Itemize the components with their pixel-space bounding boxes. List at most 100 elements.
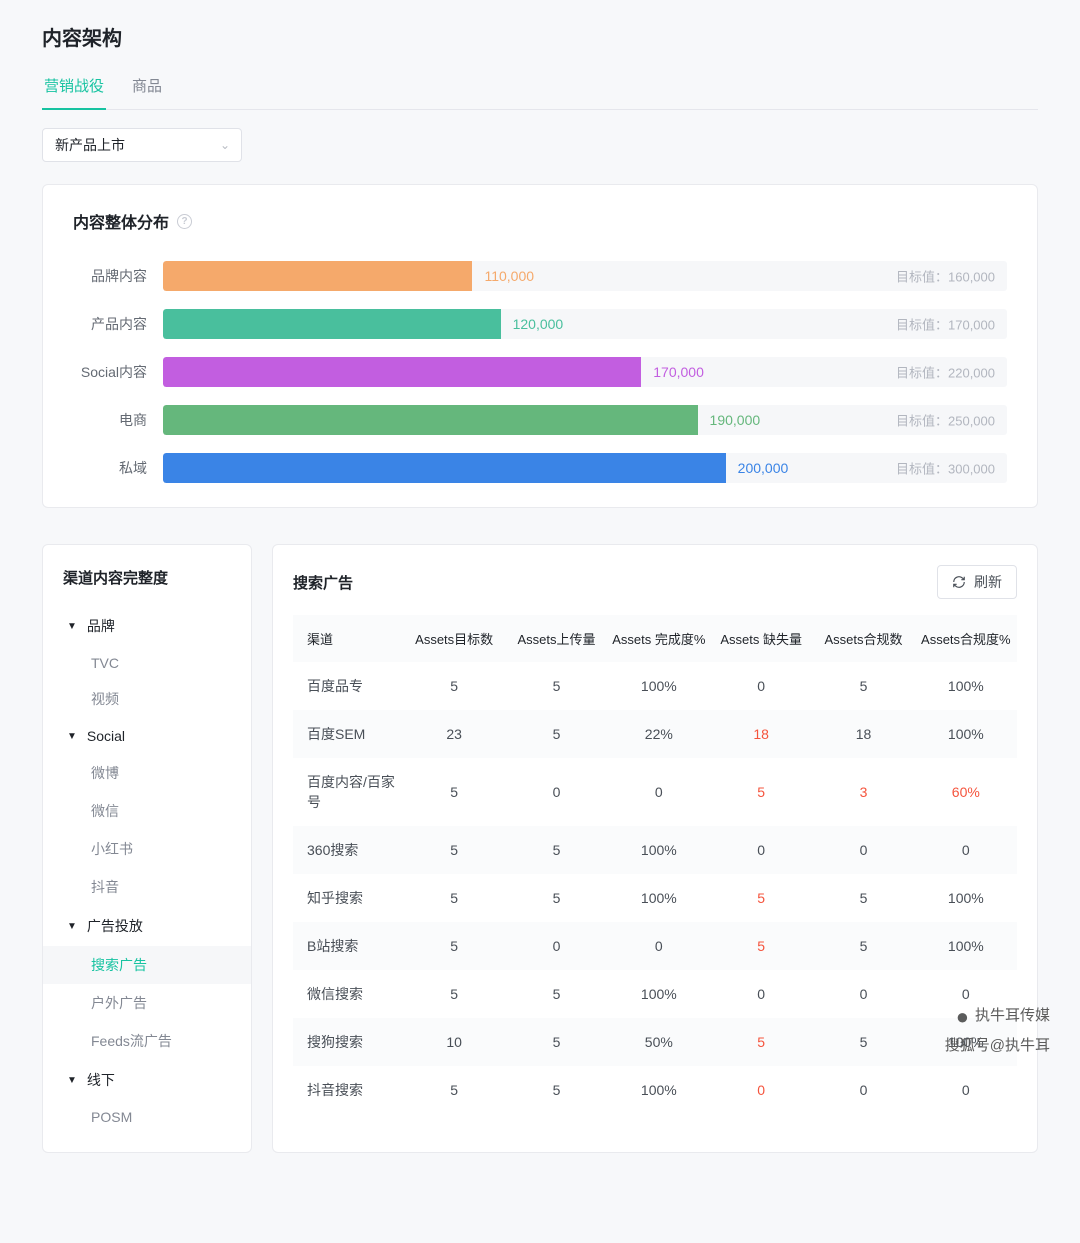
- bar-target: 目标值：160,000: [896, 267, 995, 286]
- table-cell: 100%: [915, 922, 1017, 970]
- bar-label: 私域: [73, 458, 163, 478]
- tree-item-Feeds流广告[interactable]: Feeds流广告: [43, 1022, 251, 1060]
- table-row: 微信搜索55100%000: [293, 970, 1017, 1018]
- tree-group-Social[interactable]: ▼ Social: [43, 718, 251, 754]
- bar-track: 170,000 目标值：220,000: [163, 357, 1007, 387]
- table-row: 百度内容/百家号5005360%: [293, 758, 1017, 826]
- table-row: 百度品专55100%05100%: [293, 662, 1017, 710]
- table-cell: B站搜索: [293, 922, 403, 970]
- table-cell: 微信搜索: [293, 970, 403, 1018]
- table-cell: 23: [403, 710, 505, 758]
- bar-target: 目标值：170,000: [896, 315, 995, 334]
- table-header: Assets目标数: [403, 615, 505, 662]
- table-cell: 0: [505, 922, 607, 970]
- table-cell: 5: [812, 922, 914, 970]
- table-cell: 5: [710, 1018, 812, 1066]
- table-header: Assets 完成度%: [608, 615, 710, 662]
- table-cell: 百度内容/百家号: [293, 758, 403, 826]
- tree-item-户外广告[interactable]: 户外广告: [43, 984, 251, 1022]
- table-cell: 50%: [608, 1018, 710, 1066]
- table-cell: 0: [608, 922, 710, 970]
- refresh-button[interactable]: 刷新: [937, 565, 1017, 599]
- tree-item-抖音[interactable]: 抖音: [43, 868, 251, 906]
- table-cell: 100%: [608, 874, 710, 922]
- bar-value: 200,000: [738, 460, 789, 476]
- table-cell: 5: [505, 970, 607, 1018]
- caret-down-icon: ▼: [67, 1075, 77, 1086]
- table-cell: 5: [812, 874, 914, 922]
- table-cell: 5: [403, 662, 505, 710]
- channel-table-panel: 搜索广告 刷新 渠道Assets目标数Assets上传量Assets 完成度%A…: [272, 544, 1038, 1153]
- campaign-select[interactable]: 新产品上市: [42, 128, 242, 162]
- page-title: 内容架构: [42, 22, 1038, 51]
- channel-tree-title: 渠道内容完整度: [43, 567, 251, 588]
- bar-target: 目标值：220,000: [896, 363, 995, 382]
- bar-value: 190,000: [710, 412, 761, 428]
- table-cell: 5: [403, 970, 505, 1018]
- tree-item-视频[interactable]: 视频: [43, 680, 251, 718]
- caret-down-icon: ▼: [67, 731, 77, 742]
- table-cell: 0: [710, 1066, 812, 1114]
- table-cell: 100%: [915, 710, 1017, 758]
- channel-tree-panel: 渠道内容完整度 ▼品牌TVC视频 ▼ Social 微博微信小红书抖音 ▼ 广告投放搜索广…: [42, 544, 252, 1153]
- table-cell: 18: [812, 710, 914, 758]
- table-cell: 知乎搜索: [293, 874, 403, 922]
- bar-value: 110,000: [484, 268, 534, 284]
- table-cell: 100%: [915, 1018, 1017, 1066]
- tree-item-微博[interactable]: 微博: [43, 754, 251, 792]
- table-cell: 抖音搜索: [293, 1066, 403, 1114]
- table-header: Assets上传量: [505, 615, 607, 662]
- tree-group-label: 广告投放: [87, 916, 143, 936]
- tab-营销战役[interactable]: 营销战役: [42, 67, 106, 110]
- bar-track: 120,000目标值：170,000: [163, 309, 1007, 339]
- caret-down-icon: ▼: [67, 921, 77, 932]
- table-cell: 100%: [915, 874, 1017, 922]
- table-cell: 5: [403, 1066, 505, 1114]
- info-icon[interactable]: ?: [177, 214, 192, 229]
- table-cell: 5: [710, 922, 812, 970]
- bar-row: Social内容170,000目标值：220,000: [73, 357, 1007, 387]
- table-cell: 百度SEM: [293, 710, 403, 758]
- assets-table: 渠道Assets目标数Assets上传量Assets 完成度%Assets 缺失…: [293, 615, 1017, 1114]
- table-title: 搜索广告: [293, 572, 353, 593]
- tree-item-POSM[interactable]: POSM: [43, 1100, 251, 1134]
- table-row: B站搜索50055100%: [293, 922, 1017, 970]
- table-cell: 0: [812, 826, 914, 874]
- table-cell: 5: [505, 874, 607, 922]
- tree-item-搜索广告[interactable]: 搜索广告: [43, 946, 251, 984]
- table-cell: 100%: [608, 970, 710, 1018]
- bar-row: 产品内容120,000目标值：170,000: [73, 309, 1007, 339]
- tree-group-线下[interactable]: ▼ 线下: [43, 1060, 251, 1100]
- table-row: 知乎搜索55100%55100%: [293, 874, 1017, 922]
- table-cell: 5: [812, 1018, 914, 1066]
- tree-item-小红书[interactable]: 小红书: [43, 830, 251, 868]
- table-cell: 3: [812, 758, 914, 826]
- bar-fill: [163, 453, 726, 483]
- tree-group-label: Social: [87, 728, 125, 744]
- distribution-panel: 内容整体分布 ? 品牌内容110,000目标值：160,000产品内容120,0…: [42, 184, 1038, 508]
- table-header: Assets合规数: [812, 615, 914, 662]
- table-cell: 18: [710, 710, 812, 758]
- tab-商品[interactable]: 商品: [130, 67, 164, 109]
- tree-item-TVC[interactable]: TVC: [43, 646, 251, 680]
- bar-track: 110,000 目标值：160,000: [163, 261, 1007, 291]
- table-cell: 5: [505, 662, 607, 710]
- tree-group-label: 线下: [87, 1070, 115, 1090]
- table-cell: 5: [505, 1018, 607, 1066]
- table-cell: 百度品专: [293, 662, 403, 710]
- table-cell: 0: [505, 758, 607, 826]
- tree-group-广告投放[interactable]: ▼ 广告投放: [43, 906, 251, 946]
- table-cell: 搜狗搜索: [293, 1018, 403, 1066]
- table-cell: 100%: [915, 662, 1017, 710]
- table-cell: 5: [710, 758, 812, 826]
- tree-item-微信[interactable]: 微信: [43, 792, 251, 830]
- bar-row: 品牌内容110,000目标值：160,000: [73, 261, 1007, 291]
- refresh-icon: [952, 575, 966, 589]
- tree-group-品牌[interactable]: ▼品牌: [43, 606, 251, 646]
- bar-target: 目标值：250,000: [896, 411, 995, 430]
- bar-value: 170,000: [653, 364, 704, 380]
- table-cell: 0: [915, 826, 1017, 874]
- bar-fill: [163, 261, 472, 291]
- table-row: 百度SEM23522%1818100%: [293, 710, 1017, 758]
- distribution-chart: 品牌内容110,000目标值：160,000产品内容120,000目标值：170…: [73, 261, 1007, 483]
